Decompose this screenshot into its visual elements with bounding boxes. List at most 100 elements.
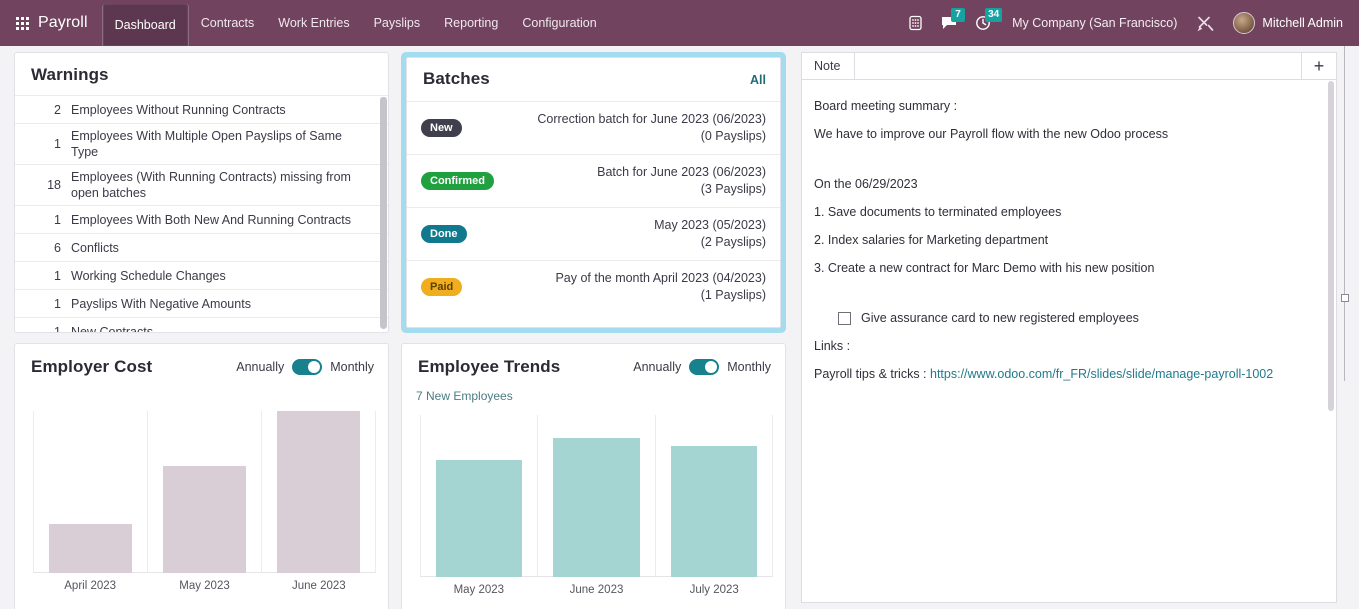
note-line: 3. Create a new contract for Marc Demo w… xyxy=(814,261,1155,275)
batch-row[interactable]: New Correction batch for June 2023 (06/2… xyxy=(407,101,780,154)
batch-payslips: (3 Payslips) xyxy=(700,182,766,196)
bar-june-2023[interactable] xyxy=(553,437,640,577)
note-spacer xyxy=(814,282,1322,304)
note-tabbar-filler xyxy=(855,53,1302,79)
warning-count: 1 xyxy=(54,137,61,151)
batch-payslips: (1 Payslips) xyxy=(700,288,766,302)
messages-badge: 7 xyxy=(951,8,966,22)
bar-slot xyxy=(261,411,376,573)
menu-item-reporting[interactable]: Reporting xyxy=(432,0,510,46)
warning-count: 1 xyxy=(54,324,61,333)
brand-area[interactable]: Payroll xyxy=(0,0,102,46)
note-card: Note + Board meeting summary : We have t… xyxy=(801,52,1337,603)
note-body[interactable]: Board meeting summary : We have to impro… xyxy=(802,80,1336,388)
bar-may-2023[interactable] xyxy=(162,466,247,573)
top-navbar: Payroll Dashboard Contracts Work Entries… xyxy=(0,0,1359,46)
dialpad-icon[interactable] xyxy=(898,0,932,46)
warning-row[interactable]: 18 Employees (With Running Contracts) mi… xyxy=(15,164,388,205)
batch-name: Pay of the month April 2023 (04/2023) xyxy=(555,271,766,285)
links-heading: Links : xyxy=(814,339,851,353)
batch-payslips: (2 Payslips) xyxy=(700,235,766,249)
warnings-card: Warnings 2 Employees Without Running Con… xyxy=(14,52,389,333)
assurance-card-todo[interactable]: Give assurance card to new registered em… xyxy=(814,304,1322,332)
warning-label: Working Schedule Changes xyxy=(71,268,226,283)
add-note-button[interactable]: + xyxy=(1302,53,1336,79)
activities-clock-icon[interactable]: 34 xyxy=(966,0,1003,46)
employee-trends-period-toggle[interactable]: Annually Monthly xyxy=(633,359,771,375)
menu-item-payslips[interactable]: Payslips xyxy=(362,0,433,46)
bar-slot xyxy=(537,415,654,577)
status-badge: New xyxy=(421,119,462,137)
note-tabbar: Note + xyxy=(802,53,1336,80)
tab-note[interactable]: Note xyxy=(802,53,856,79)
warning-row[interactable]: 1 New Contracts xyxy=(15,317,388,333)
column-batches: Batches All New Correction batch for Jun… xyxy=(397,52,794,609)
warning-row[interactable]: 1 Employees With Multiple Open Payslips … xyxy=(15,123,388,164)
status-badge: Confirmed xyxy=(421,172,494,190)
menu-item-dashboard[interactable]: Dashboard xyxy=(101,4,189,46)
wrench-screwdriver-icon[interactable] xyxy=(1189,0,1223,46)
batches-title: Batches xyxy=(423,69,490,88)
warning-label: Payslips With Negative Amounts xyxy=(71,296,251,311)
batches-all-link[interactable]: All xyxy=(750,73,766,87)
toggle-label-annually: Annually xyxy=(236,360,285,374)
user-menu[interactable]: Mitchell Admin xyxy=(1223,12,1349,34)
note-spacer xyxy=(814,148,1322,170)
warning-label: Employees (With Running Contracts) missi… xyxy=(71,170,351,200)
employer-cost-plot xyxy=(33,411,376,573)
bar-april-2023[interactable] xyxy=(48,524,133,573)
batch-row[interactable]: Done May 2023 (05/2023) (2 Payslips) xyxy=(407,207,780,260)
batch-name: Batch for June 2023 (06/2023) xyxy=(597,165,766,179)
dashboard-body: Warnings 2 Employees Without Running Con… xyxy=(0,46,1359,609)
batches-card: Batches All New Correction batch for Jun… xyxy=(406,57,781,328)
warning-row[interactable]: 1 Working Schedule Changes xyxy=(15,261,388,289)
batch-row[interactable]: Confirmed Batch for June 2023 (06/2023) … xyxy=(407,154,780,207)
batch-name: Correction batch for June 2023 (06/2023) xyxy=(537,112,766,126)
payroll-tips-link[interactable]: https://www.odoo.com/fr_FR/slides/slide/… xyxy=(930,367,1273,381)
batch-meta: Batch for June 2023 (06/2023) (3 Payslip… xyxy=(597,164,766,198)
x-tick: June 2023 xyxy=(569,584,624,596)
employee-trends-title: Employee Trends xyxy=(418,357,561,376)
navbar-spacer xyxy=(609,0,898,46)
warning-label: Conflicts xyxy=(71,240,119,255)
main-menu: Dashboard Contracts Work Entries Payslip… xyxy=(101,0,609,46)
x-tick: May 2023 xyxy=(179,580,230,592)
menu-item-configuration[interactable]: Configuration xyxy=(510,0,608,46)
warnings-scrollbar[interactable] xyxy=(380,97,387,329)
menu-item-work-entries[interactable]: Work Entries xyxy=(266,0,361,46)
bar-slot xyxy=(147,411,261,573)
bar-june-2023[interactable] xyxy=(276,411,361,573)
note-line: 1. Save documents to terminated employee… xyxy=(814,205,1062,219)
period-switch[interactable] xyxy=(689,359,720,375)
new-employees-link[interactable]: 7 New Employees xyxy=(402,377,785,403)
panel-resize-handle[interactable] xyxy=(1341,294,1349,302)
employer-cost-card: Employer Cost Annually Monthly April 202… xyxy=(14,343,389,609)
warning-row[interactable]: 1 Employees With Both New And Running Co… xyxy=(15,205,388,233)
warnings-header: Warnings xyxy=(15,53,388,95)
batch-meta: Pay of the month April 2023 (04/2023) (1… xyxy=(555,270,766,304)
warning-row[interactable]: 6 Conflicts xyxy=(15,233,388,261)
batches-header: Batches All xyxy=(407,58,780,101)
menu-item-contracts[interactable]: Contracts xyxy=(189,0,267,46)
batch-meta: May 2023 (05/2023) (2 Payslips) xyxy=(654,217,766,251)
app-name: Payroll xyxy=(38,14,88,31)
warning-label: Employees Without Running Contracts xyxy=(71,102,286,117)
warning-row[interactable]: 1 Payslips With Negative Amounts xyxy=(15,289,388,317)
note-scrollbar[interactable] xyxy=(1328,81,1334,598)
bar-may-2023[interactable] xyxy=(436,460,523,577)
warning-row[interactable]: 2 Employees Without Running Contracts xyxy=(15,95,388,123)
batch-payslips: (0 Payslips) xyxy=(700,129,766,143)
messages-icon[interactable]: 7 xyxy=(932,0,966,46)
bar-july-2023[interactable] xyxy=(670,445,757,577)
batch-row[interactable]: Paid Pay of the month April 2023 (04/202… xyxy=(407,260,780,313)
apps-grid-icon[interactable] xyxy=(16,16,29,30)
employer-cost-period-toggle[interactable]: Annually Monthly xyxy=(236,359,374,375)
batches-focus-ring: Batches All New Correction batch for Jun… xyxy=(401,52,786,333)
status-badge: Done xyxy=(421,225,467,243)
employer-cost-x-axis: April 2023 May 2023 June 2023 xyxy=(33,573,376,592)
assurance-card-checkbox[interactable] xyxy=(838,311,851,325)
batch-name: May 2023 (05/2023) xyxy=(654,218,766,232)
bar-slot xyxy=(654,415,773,577)
company-switcher[interactable]: My Company (San Francisco) xyxy=(1000,16,1189,30)
period-switch[interactable] xyxy=(292,359,323,375)
